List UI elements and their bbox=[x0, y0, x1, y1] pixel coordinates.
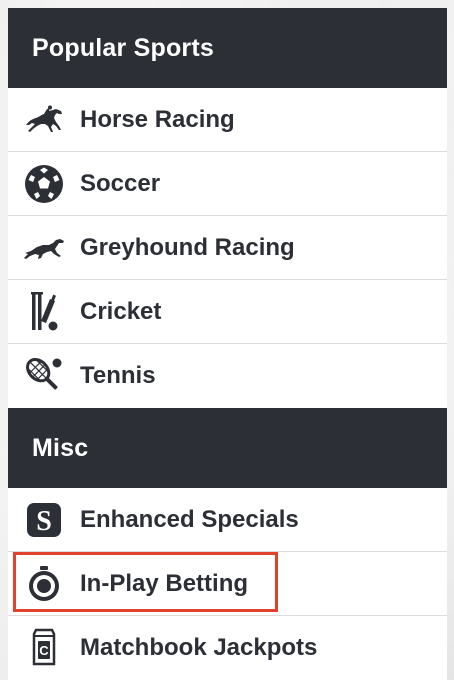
section-title: Misc bbox=[32, 433, 89, 462]
sports-menu-panel: Popular Sports Horse Racing Soccer Greyh… bbox=[8, 8, 447, 680]
section-header-misc: Misc bbox=[8, 408, 447, 488]
cricket-bat-ball-icon bbox=[23, 291, 65, 333]
soccer-ball-icon bbox=[23, 163, 65, 205]
tennis-racket-icon bbox=[23, 355, 65, 397]
menu-item-enhanced-specials[interactable]: S Enhanced Specials bbox=[8, 488, 447, 552]
menu-item-soccer[interactable]: Soccer bbox=[8, 152, 447, 216]
menu-item-label: Enhanced Specials bbox=[80, 505, 299, 533]
specials-s-icon: S bbox=[23, 499, 65, 541]
menu-item-in-play-betting[interactable]: In-Play Betting bbox=[8, 552, 447, 616]
jackpot-c-icon: C bbox=[23, 627, 65, 669]
menu-item-label: Cricket bbox=[80, 297, 162, 325]
stopwatch-icon bbox=[23, 563, 65, 605]
menu-item-label: Soccer bbox=[80, 169, 161, 197]
menu-item-matchbook-jackpots[interactable]: C Matchbook Jackpots bbox=[8, 616, 447, 680]
section-title: Popular Sports bbox=[32, 33, 214, 62]
menu-item-greyhound-racing[interactable]: Greyhound Racing bbox=[8, 216, 447, 280]
menu-item-label: Matchbook Jackpots bbox=[80, 634, 318, 661]
menu-item-label: In-Play Betting bbox=[80, 569, 249, 597]
menu-item-label: Greyhound Racing bbox=[80, 233, 295, 261]
menu-item-tennis[interactable]: Tennis bbox=[8, 344, 447, 408]
menu-item-cricket[interactable]: Cricket bbox=[8, 280, 447, 344]
section-header-popular-sports: Popular Sports bbox=[8, 8, 447, 88]
menu-item-label: Tennis bbox=[80, 362, 156, 389]
svg-text:S: S bbox=[36, 506, 52, 537]
menu-item-horse-racing[interactable]: Horse Racing bbox=[8, 88, 447, 152]
greyhound-icon bbox=[23, 227, 65, 269]
menu-item-label: Horse Racing bbox=[80, 105, 235, 133]
svg-text:C: C bbox=[39, 643, 49, 658]
horse-racing-icon bbox=[23, 99, 65, 141]
